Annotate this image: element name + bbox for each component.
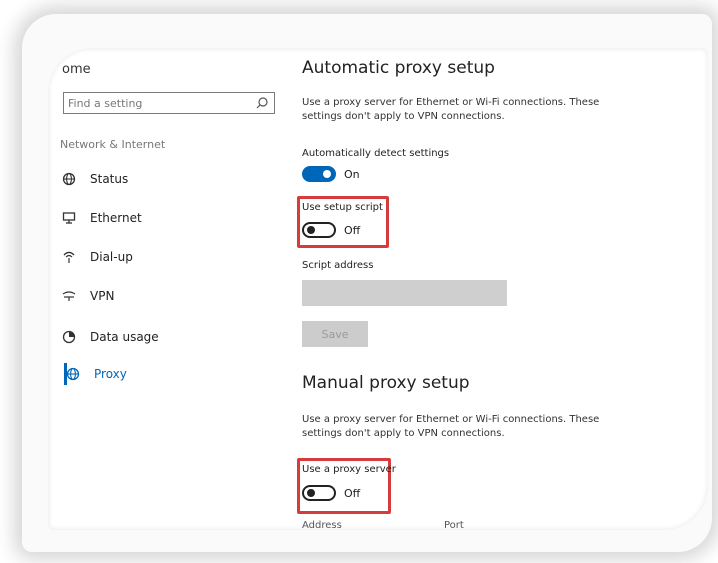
- data-usage-icon: [60, 329, 78, 345]
- sidebar-item-proxy[interactable]: Proxy: [60, 363, 280, 385]
- port-label: Port: [444, 520, 464, 530]
- detect-settings-row: On: [302, 166, 360, 182]
- main-content: Automatic proxy setup Use a proxy server…: [297, 48, 700, 530]
- script-address-input[interactable]: [302, 280, 507, 306]
- home-link[interactable]: ome: [62, 62, 91, 77]
- sidebar-item-label: Status: [90, 172, 129, 186]
- sidebar-item-label: Proxy: [94, 367, 127, 381]
- sidebar-item-label: Data usage: [90, 330, 159, 344]
- save-button[interactable]: Save: [302, 321, 368, 347]
- search-input[interactable]: [68, 95, 248, 111]
- sidebar: ome Network & Internet Status Ethernet: [48, 48, 288, 530]
- sidebar-item-vpn[interactable]: VPN: [60, 285, 280, 307]
- script-address-label: Script address: [302, 260, 374, 271]
- home-label: ome: [62, 62, 91, 77]
- sidebar-item-label: Dial-up: [90, 250, 133, 264]
- search-box[interactable]: [63, 92, 275, 114]
- sidebar-item-data-usage[interactable]: Data usage: [60, 326, 280, 348]
- search-icon[interactable]: [255, 96, 269, 110]
- toggle-knob: [307, 226, 315, 234]
- detect-settings-toggle[interactable]: [302, 166, 336, 182]
- sidebar-item-ethernet[interactable]: Ethernet: [60, 207, 280, 229]
- proxy-server-state: Off: [344, 486, 361, 500]
- setup-script-row: Off: [302, 222, 360, 238]
- active-indicator: [64, 363, 67, 385]
- proxy-server-label: Use a proxy server: [302, 464, 396, 475]
- settings-window: ome Network & Internet Status Ethernet: [48, 48, 708, 530]
- sidebar-item-label: VPN: [90, 289, 115, 303]
- address-label: Address: [302, 520, 342, 530]
- manual-proxy-heading: Manual proxy setup: [302, 373, 470, 393]
- setup-script-state: Off: [344, 223, 361, 237]
- sidebar-item-status[interactable]: Status: [60, 168, 280, 190]
- vpn-icon: [60, 288, 78, 304]
- detect-settings-state: On: [344, 167, 360, 181]
- proxy-server-row: Off: [302, 485, 360, 501]
- monitor-icon: [60, 210, 78, 226]
- setup-script-label: Use setup script: [302, 202, 383, 213]
- toggle-knob: [323, 170, 331, 178]
- section-title: Network & Internet: [60, 138, 166, 151]
- detect-settings-label: Automatically detect settings: [302, 148, 450, 159]
- phone-icon: [60, 249, 78, 265]
- proxy-server-toggle[interactable]: [302, 485, 336, 501]
- manual-proxy-description: Use a proxy server for Ethernet or Wi-Fi…: [302, 414, 600, 439]
- sidebar-item-label: Ethernet: [90, 211, 142, 225]
- automatic-proxy-description: Use a proxy server for Ethernet or Wi-Fi…: [302, 97, 600, 122]
- setup-script-toggle[interactable]: [302, 222, 336, 238]
- sidebar-item-dial-up[interactable]: Dial-up: [60, 246, 280, 268]
- globe-icon: [60, 171, 78, 187]
- automatic-proxy-heading: Automatic proxy setup: [302, 58, 495, 78]
- toggle-knob: [307, 489, 315, 497]
